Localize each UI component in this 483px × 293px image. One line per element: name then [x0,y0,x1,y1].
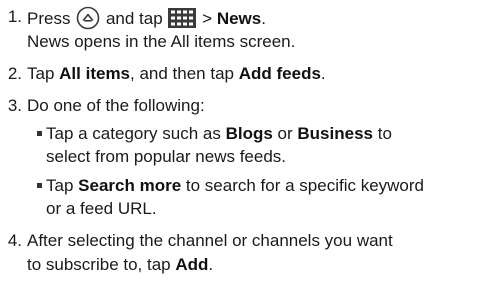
step-number: 1. [7,7,22,26]
bullet-text: Tap [46,176,74,195]
step-number: 4. [7,231,22,250]
step-text: > [202,9,213,28]
add-feeds-label: Add feeds [238,64,321,83]
step-text: Tap [27,64,55,83]
bullet-marker [37,131,42,136]
news-label: News [216,9,262,28]
business-label: Business [297,124,373,143]
bullet-1-line-2: select from popular news feeds. [46,147,287,166]
step-text: Press [27,9,71,28]
step-1-line-1: Press and tap > News. [27,6,266,30]
step-text: and tap [105,9,163,28]
step-text: , and then tap [130,64,234,83]
step-4-line-1: After selecting the channel or channels … [27,231,393,250]
bullet-1-line-1: Tap a category such as Blogs or Business… [37,123,392,144]
blogs-label: Blogs [225,124,273,143]
bullet-text: to search for a specific keyword [185,176,424,195]
step-2-line-1: Tap All items, and then tap Add feeds. [27,63,326,84]
step-3-line-1: Do one of the following: [27,96,205,115]
step-number: 2. [7,64,22,83]
bullet-text: to [377,124,392,143]
all-apps-grid-icon [168,8,197,28]
instruction-document: 1. Press and tap > News. News opens in t… [0,0,483,293]
search-more-label: Search more [78,176,182,195]
step-text: . [320,64,326,83]
all-items-label: All items [59,64,131,83]
step-text: . [208,255,214,274]
home-icon [76,6,100,30]
step-text: . [261,9,266,28]
step-4-line-2: to subscribe to, tap Add. [27,254,213,275]
step-1-line-2: News opens in the All items screen. [27,32,296,51]
bullet-marker [37,183,42,188]
step-number: 3. [7,96,22,115]
add-label: Add [175,255,209,274]
step-text: to subscribe to, tap [27,255,171,274]
bullet-2-line-2: or a feed URL. [46,199,157,218]
bullet-text: or [277,124,293,143]
bullet-text: Tap a category such as [46,124,221,143]
bullet-2-line-1: Tap Search more to search for a specific… [37,175,424,196]
